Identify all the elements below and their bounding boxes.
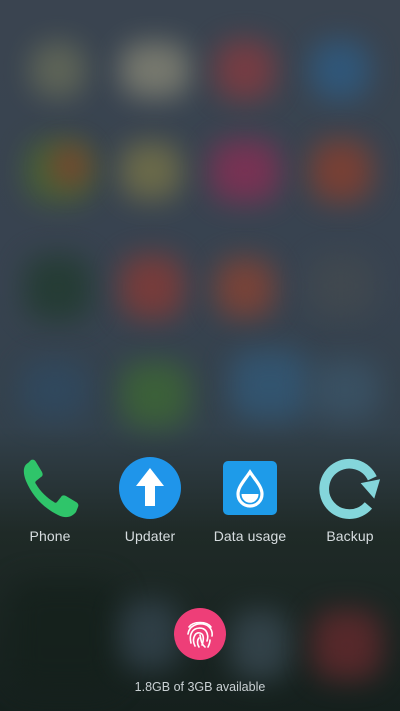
app-label: Backup	[326, 528, 374, 544]
app-updater[interactable]: Updater	[102, 456, 198, 544]
app-data-usage[interactable]: Data usage	[202, 456, 298, 544]
app-backup[interactable]: Backup	[302, 456, 398, 544]
phone-icon	[18, 456, 82, 520]
recent-apps-dock: Phone Updater Data usage Backup	[0, 456, 400, 556]
app-phone[interactable]: Phone	[2, 456, 98, 544]
app-label: Updater	[124, 528, 176, 544]
refresh-icon	[318, 456, 382, 520]
recents-screen: Phone Updater Data usage Backup 1.8GB of…	[0, 0, 400, 711]
app-label: Phone	[29, 528, 71, 544]
fingerprint-button[interactable]	[174, 608, 226, 660]
water-drop-icon	[218, 456, 282, 520]
memory-status: 1.8GB of 3GB available	[134, 680, 266, 694]
arrow-up-icon	[118, 456, 182, 520]
fingerprint-icon	[183, 617, 217, 651]
app-label: Data usage	[213, 528, 287, 544]
